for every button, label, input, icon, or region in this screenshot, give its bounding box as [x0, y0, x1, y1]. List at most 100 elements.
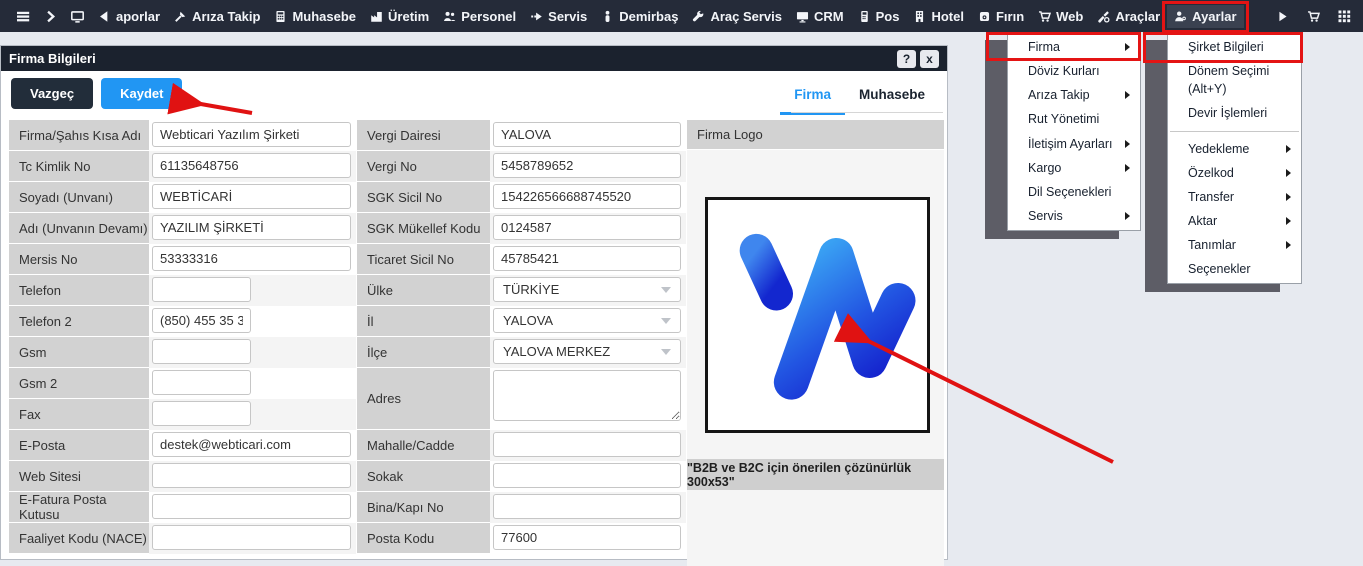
- faaliyet-kodu-nace-input[interactable]: [152, 525, 351, 550]
- mahalle-cadde-input[interactable]: [493, 432, 681, 457]
- nav-item-crm[interactable]: CRM: [789, 5, 851, 28]
- nav-item-araclar[interactable]: Araçlar: [1090, 5, 1167, 28]
- e-posta-input[interactable]: [152, 432, 351, 457]
- menu-item-tanimlar[interactable]: Tanımlar: [1168, 233, 1301, 257]
- help-button[interactable]: ?: [897, 50, 916, 68]
- form-row: Vergi Dairesi: [357, 120, 686, 151]
- nav-item-demirbas[interactable]: Demirbaş: [594, 5, 685, 28]
- sgk-sicil-no-input[interactable]: [493, 184, 681, 209]
- screwdriver-icon: [174, 10, 187, 23]
- nav-item-play[interactable]: [1274, 6, 1291, 27]
- form-row: Faaliyet Kodu (NACE): [9, 523, 356, 554]
- posta-kodu-input[interactable]: [493, 525, 681, 550]
- menu-item-label: Döviz Kurları: [1028, 62, 1100, 80]
- menu-item-kargo[interactable]: Kargo: [1008, 156, 1140, 180]
- sgk-mukellef-kodu-input[interactable]: [493, 215, 681, 240]
- menu-item-transfer[interactable]: Transfer: [1168, 185, 1301, 209]
- nav-item-muhasebe[interactable]: Muhasebe: [267, 5, 363, 28]
- menu-item-iiletisim-ayarlari[interactable]: İletişim Ayarları: [1008, 132, 1140, 156]
- fax-input[interactable]: [152, 401, 251, 426]
- vergi-dairesi-input[interactable]: [493, 122, 681, 147]
- nav-item-web[interactable]: Web: [1031, 5, 1090, 28]
- nav-item-chevron-right[interactable]: [37, 6, 64, 27]
- menu-item-yedekleme[interactable]: Yedekleme: [1168, 137, 1301, 161]
- chevron-down-icon: [661, 287, 671, 293]
- field-label-posta-kodu: Posta Kodu: [357, 523, 490, 554]
- nav-item-pos[interactable]: Pos: [851, 5, 907, 28]
- menu-item-devir-iislemleri[interactable]: Devir İşlemleri: [1168, 101, 1301, 125]
- tc-kimlik-no-input[interactable]: [152, 153, 351, 178]
- field-label-telefon: Telefon: [9, 275, 149, 306]
- adres-textarea[interactable]: [493, 370, 681, 421]
- menu-item-rut-yonetimi[interactable]: Rut Yönetimi: [1008, 107, 1140, 131]
- web-sitesi-input[interactable]: [152, 463, 351, 488]
- firma-submenu: Şirket Bilgileri Dönem Seçimi (Alt+Y) Devi…: [1167, 32, 1302, 284]
- firma-sahis-kisa-adi-input[interactable]: [152, 122, 351, 147]
- ulke-select[interactable]: TÜRKİYE: [493, 277, 681, 302]
- menu-item-aktar[interactable]: Aktar: [1168, 209, 1301, 233]
- nav-item-arac-servis[interactable]: Araç Servis: [685, 5, 789, 28]
- nav-item-servis[interactable]: Servis: [523, 5, 594, 28]
- nav-item-raporlar[interactable]: aporlar: [91, 5, 167, 28]
- form-row: Web Sitesi: [9, 461, 356, 492]
- logo-column: Firma Logo "B2B ve B2C için önerilen çöz…: [687, 120, 944, 566]
- nav-item-apps-grid[interactable]: [1336, 6, 1353, 27]
- nav-item-cart[interactable]: [1305, 6, 1322, 27]
- nav-item-firin[interactable]: Fırın: [971, 5, 1031, 28]
- nav-item-ayarlar[interactable]: Ayarlar: [1167, 5, 1243, 28]
- menu-item-secenekler[interactable]: Seçenekler: [1168, 257, 1301, 281]
- nav-item-label: aporlar: [116, 9, 160, 24]
- nav-item-monitor[interactable]: [64, 6, 91, 27]
- field-label-sokak: Sokak: [357, 461, 490, 492]
- menu-item-dil-secenekleri[interactable]: Dil Seçenekleri: [1008, 180, 1140, 204]
- form-row: Vergi No: [357, 151, 686, 182]
- nav-item-uretim[interactable]: Üretim: [363, 5, 436, 28]
- bina-kapi-no-input[interactable]: [493, 494, 681, 519]
- nav-item-ariza-takip[interactable]: Arıza Takip: [167, 5, 267, 28]
- tab-muhasebe[interactable]: Muhasebe: [845, 81, 939, 115]
- form-row: Firma/Şahıs Kısa Adı: [9, 120, 356, 151]
- menu-item-doviz-kurlari[interactable]: Döviz Kurları: [1008, 59, 1140, 83]
- submenu-arrow-icon: [1286, 217, 1291, 225]
- form-row: Soyadı (Unvanı): [9, 182, 356, 213]
- firma-bilgileri-window: Firma Bilgileri ? x Vazgeç Kaydet FirmaM…: [0, 45, 948, 560]
- field-label-ulke: Ülke: [357, 275, 490, 306]
- pos-terminal-icon: [858, 10, 871, 23]
- menu-item-firma[interactable]: Firma: [1008, 35, 1140, 59]
- nav-item-hamburger[interactable]: [10, 6, 37, 27]
- telefon-2-input[interactable]: [152, 308, 251, 333]
- field-label-sgk-mukellef-kodu: SGK Mükellef Kodu: [357, 213, 490, 244]
- vergi-no-input[interactable]: [493, 153, 681, 178]
- menu-item-label: Dönem Seçimi (Alt+Y): [1188, 62, 1291, 98]
- mersis-no-input[interactable]: [152, 246, 351, 271]
- form-row: Mersis No: [9, 244, 356, 275]
- menu-item-sirket-bilgileri[interactable]: Şirket Bilgileri: [1168, 35, 1301, 59]
- field-value-cell: [490, 523, 686, 554]
- cancel-button[interactable]: Vazgeç: [11, 78, 93, 109]
- company-logo-box[interactable]: [705, 197, 930, 433]
- nav-item-personel[interactable]: Personel: [436, 5, 523, 28]
- nav-item-hotel[interactable]: Hotel: [906, 5, 971, 28]
- menu-item-ariza-takip[interactable]: Arıza Takip: [1008, 83, 1140, 107]
- form-middle-column: Vergi DairesiVergi NoSGK Sicil NoSGK Mük…: [357, 120, 686, 554]
- telefon-input[interactable]: [152, 277, 251, 302]
- field-label-iil: İl: [357, 306, 490, 337]
- gsm-input[interactable]: [152, 339, 251, 364]
- tab-firma[interactable]: Firma: [780, 81, 845, 115]
- adi-unvanin-devami-input[interactable]: [152, 215, 351, 240]
- monitor-icon: [71, 10, 84, 23]
- gsm-2-input[interactable]: [152, 370, 251, 395]
- field-value-cell: [149, 275, 356, 306]
- e-fatura-posta-kutusu-input[interactable]: [152, 494, 351, 519]
- iilce-select[interactable]: YALOVA MERKEZ: [493, 339, 681, 364]
- nav-item-label: Pos: [876, 9, 900, 24]
- soyadi-unvani-input[interactable]: [152, 184, 351, 209]
- iil-select[interactable]: YALOVA: [493, 308, 681, 333]
- menu-item-servis[interactable]: Servis: [1008, 204, 1140, 228]
- sokak-input[interactable]: [493, 463, 681, 488]
- menu-item-ozelkod[interactable]: Özelkod: [1168, 161, 1301, 185]
- save-button[interactable]: Kaydet: [101, 78, 182, 109]
- ticaret-sicil-no-input[interactable]: [493, 246, 681, 271]
- close-button[interactable]: x: [920, 50, 939, 68]
- menu-item-donem-secimi-alt-y[interactable]: Dönem Seçimi (Alt+Y): [1168, 59, 1301, 101]
